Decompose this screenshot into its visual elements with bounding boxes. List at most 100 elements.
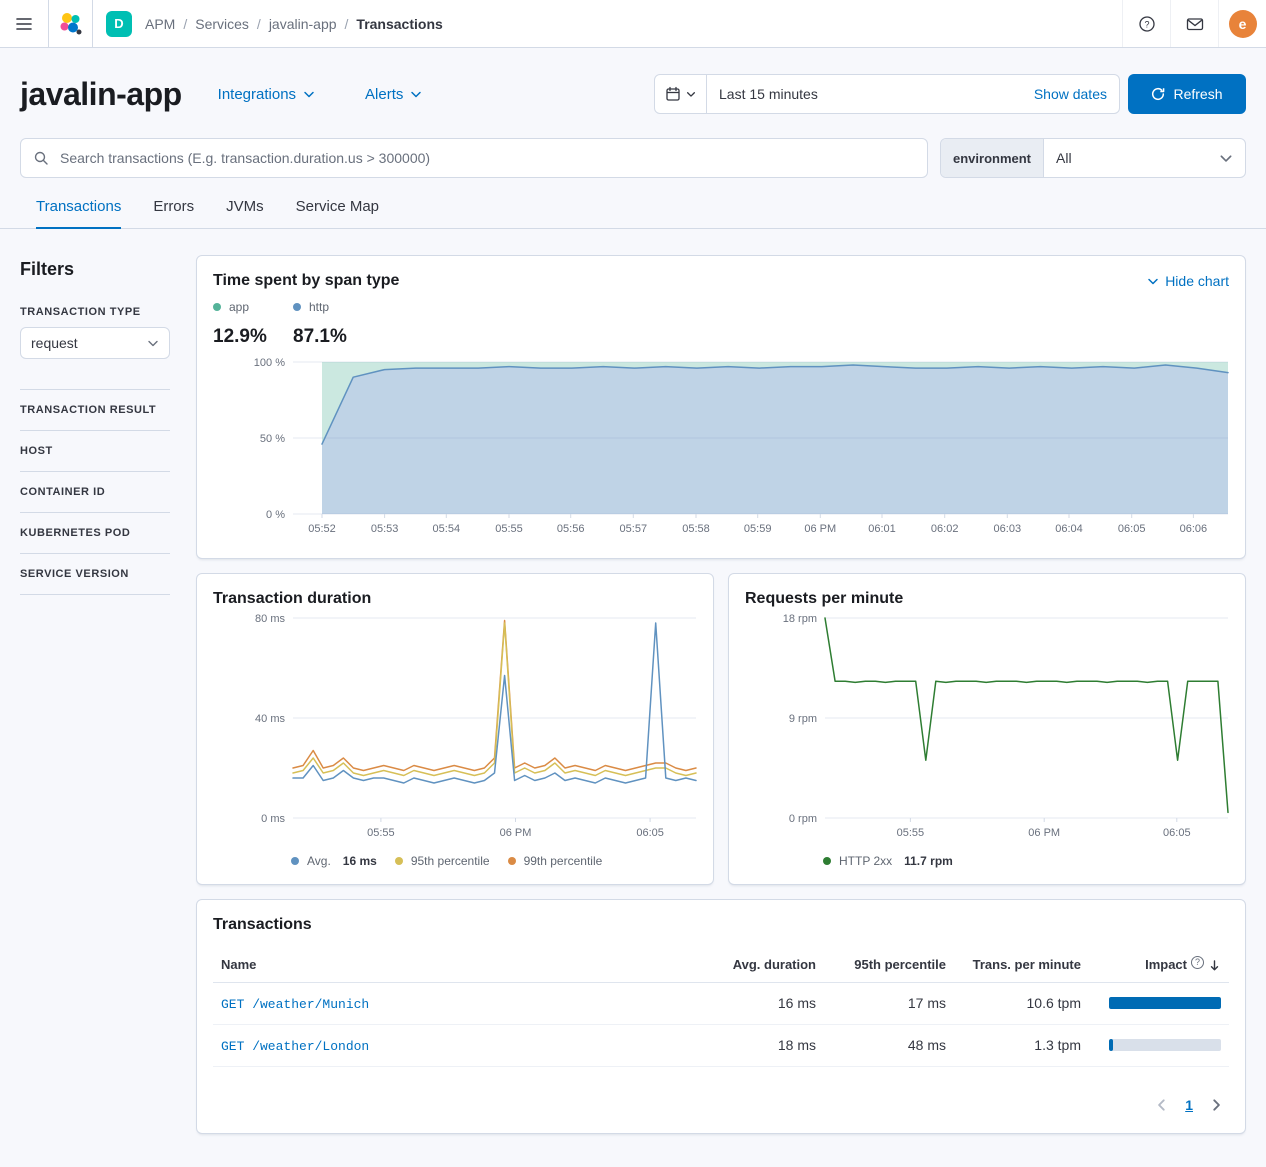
integrations-menu[interactable]: Integrations (218, 86, 315, 103)
legend-item-avg[interactable]: Avg. 16 ms (291, 854, 377, 868)
environment-select[interactable]: All (1044, 139, 1245, 177)
table-header-row: Name Avg. duration 95th percentile Trans… (213, 948, 1229, 982)
transactions-card: Transactions Name Avg. duration 95th per… (196, 899, 1246, 1134)
top-navigation-bar: D APM / Services / javalin-app / Transac… (0, 0, 1266, 48)
refresh-label: Refresh (1173, 86, 1222, 102)
pagination: 1 (213, 1093, 1229, 1117)
time-range-value[interactable]: Last 15 minutes (707, 86, 1022, 102)
next-page-button[interactable] (1203, 1094, 1229, 1116)
facet-service-version[interactable]: SERVICE VERSION (20, 553, 170, 595)
svg-text:0 rpm: 0 rpm (789, 813, 817, 825)
transaction-type-label: TRANSACTION TYPE (20, 306, 170, 318)
legend-item-95th[interactable]: 95th percentile (395, 854, 490, 868)
avatar: e (1229, 10, 1257, 38)
svg-text:05:55: 05:55 (495, 523, 523, 535)
chevron-down-icon (410, 88, 422, 100)
elastic-logo[interactable] (49, 0, 93, 47)
user-avatar[interactable]: e (1218, 0, 1266, 47)
svg-text:40 ms: 40 ms (255, 713, 285, 725)
p95-cell: 48 ms (824, 1024, 954, 1066)
svg-text:05:58: 05:58 (682, 523, 710, 535)
tpm-cell: 10.6 tpm (954, 982, 1089, 1024)
transaction-type-select[interactable]: request (20, 327, 170, 359)
tab-transactions[interactable]: Transactions (36, 198, 121, 229)
elastic-logo-icon (58, 11, 83, 36)
prev-page-button[interactable] (1149, 1094, 1175, 1116)
page-title: javalin-app (20, 76, 182, 113)
transaction-duration-card: Transaction duration 80 ms40 ms0 ms05:55… (196, 573, 714, 885)
column-header-95th-percentile[interactable]: 95th percentile (824, 948, 954, 982)
svg-text:06 PM: 06 PM (1028, 827, 1060, 839)
environment-filter: environment All (940, 138, 1246, 178)
breadcrumb-service[interactable]: javalin-app (269, 16, 337, 32)
column-header-impact[interactable]: Impact? (1089, 948, 1229, 982)
svg-text:05:55: 05:55 (367, 827, 395, 839)
hide-chart-label: Hide chart (1165, 273, 1229, 289)
refresh-button[interactable]: Refresh (1128, 74, 1246, 114)
chevron-down-icon (303, 88, 315, 100)
transaction-link[interactable]: GET /weather/Munich (221, 997, 369, 1012)
menu-icon[interactable] (0, 0, 49, 47)
legend-dot (508, 857, 516, 865)
space-badge[interactable]: D (106, 11, 132, 37)
newsfeed-icon[interactable] (1170, 0, 1218, 47)
facet-kubernetes-pod[interactable]: KUBERNETES POD (20, 512, 170, 553)
svg-text:05:53: 05:53 (371, 523, 399, 535)
transactions-title: Transactions (213, 916, 1229, 934)
facet-container-id[interactable]: CONTAINER ID (20, 471, 170, 512)
impact-bar (1109, 1039, 1221, 1051)
breadcrumb-apm[interactable]: APM (145, 16, 175, 32)
facet-host[interactable]: HOST (20, 430, 170, 471)
requests-per-minute-chart[interactable]: 18 rpm9 rpm0 rpm05:5506 PM06:05 (745, 608, 1229, 846)
impact-help-icon[interactable]: ? (1191, 956, 1204, 969)
page-1-button[interactable]: 1 (1177, 1093, 1201, 1117)
hide-chart-link[interactable]: Hide chart (1147, 273, 1229, 289)
transaction-duration-chart[interactable]: 80 ms40 ms0 ms05:5506 PM06:05 (213, 608, 697, 846)
column-header-name[interactable]: Name (213, 948, 709, 982)
app-percentage: 12.9% (213, 326, 293, 348)
svg-text:50 %: 50 % (260, 433, 285, 445)
tab-jvms[interactable]: JVMs (226, 198, 264, 228)
transaction-type-value: request (31, 335, 78, 351)
span-type-title: Time spent by span type (213, 272, 399, 290)
legend-item-http[interactable]: http (293, 300, 373, 314)
facet-transaction-result[interactable]: TRANSACTION RESULT (20, 389, 170, 430)
date-picker: Last 15 minutes Show dates (654, 74, 1120, 114)
environment-label: environment (941, 139, 1044, 177)
span-type-legend: app http (213, 300, 1229, 314)
breadcrumb-separator: / (345, 16, 349, 32)
chevron-down-icon (147, 337, 159, 349)
column-header-trans-per-minute[interactable]: Trans. per minute (954, 948, 1089, 982)
legend-item-app[interactable]: app (213, 300, 293, 314)
legend-item-99th[interactable]: 99th percentile (508, 854, 603, 868)
show-dates-link[interactable]: Show dates (1022, 86, 1119, 102)
time-controls: Last 15 minutes Show dates Refresh (654, 74, 1246, 114)
alerts-menu[interactable]: Alerts (365, 86, 422, 103)
transaction-link[interactable]: GET /weather/London (221, 1039, 369, 1054)
service-tabs: Transactions Errors JVMs Service Map (0, 178, 1266, 229)
chevron-down-icon (686, 89, 696, 99)
svg-text:100 %: 100 % (254, 357, 285, 369)
column-header-avg-duration[interactable]: Avg. duration (709, 948, 824, 982)
svg-text:05:59: 05:59 (744, 523, 772, 535)
avg-duration-cell: 18 ms (709, 1024, 824, 1066)
legend-label: app (229, 300, 249, 314)
integrations-label: Integrations (218, 86, 296, 103)
tab-errors[interactable]: Errors (153, 198, 194, 228)
service-header: javalin-app Integrations Alerts Last 15 … (0, 48, 1266, 114)
space-switcher[interactable]: D (93, 0, 145, 47)
help-icon[interactable]: ? (1122, 0, 1170, 47)
tab-service-map[interactable]: Service Map (296, 198, 379, 228)
span-type-chart[interactable]: 100 %50 %0 %05:5205:5305:5405:5505:5605:… (213, 352, 1229, 542)
legend-item-http-2xx[interactable]: HTTP 2xx 11.7 rpm (823, 854, 953, 868)
svg-text:06 PM: 06 PM (500, 827, 532, 839)
svg-text:80 ms: 80 ms (255, 613, 285, 625)
search-transactions-input[interactable] (58, 149, 915, 167)
calendar-icon (665, 86, 681, 102)
breadcrumb-services[interactable]: Services (195, 16, 249, 32)
svg-text:9 rpm: 9 rpm (789, 713, 817, 725)
svg-text:05:56: 05:56 (557, 523, 585, 535)
svg-text:05:55: 05:55 (897, 827, 925, 839)
table-row: GET /weather/London 18 ms 48 ms 1.3 tpm (213, 1024, 1229, 1066)
calendar-menu-button[interactable] (655, 75, 707, 113)
